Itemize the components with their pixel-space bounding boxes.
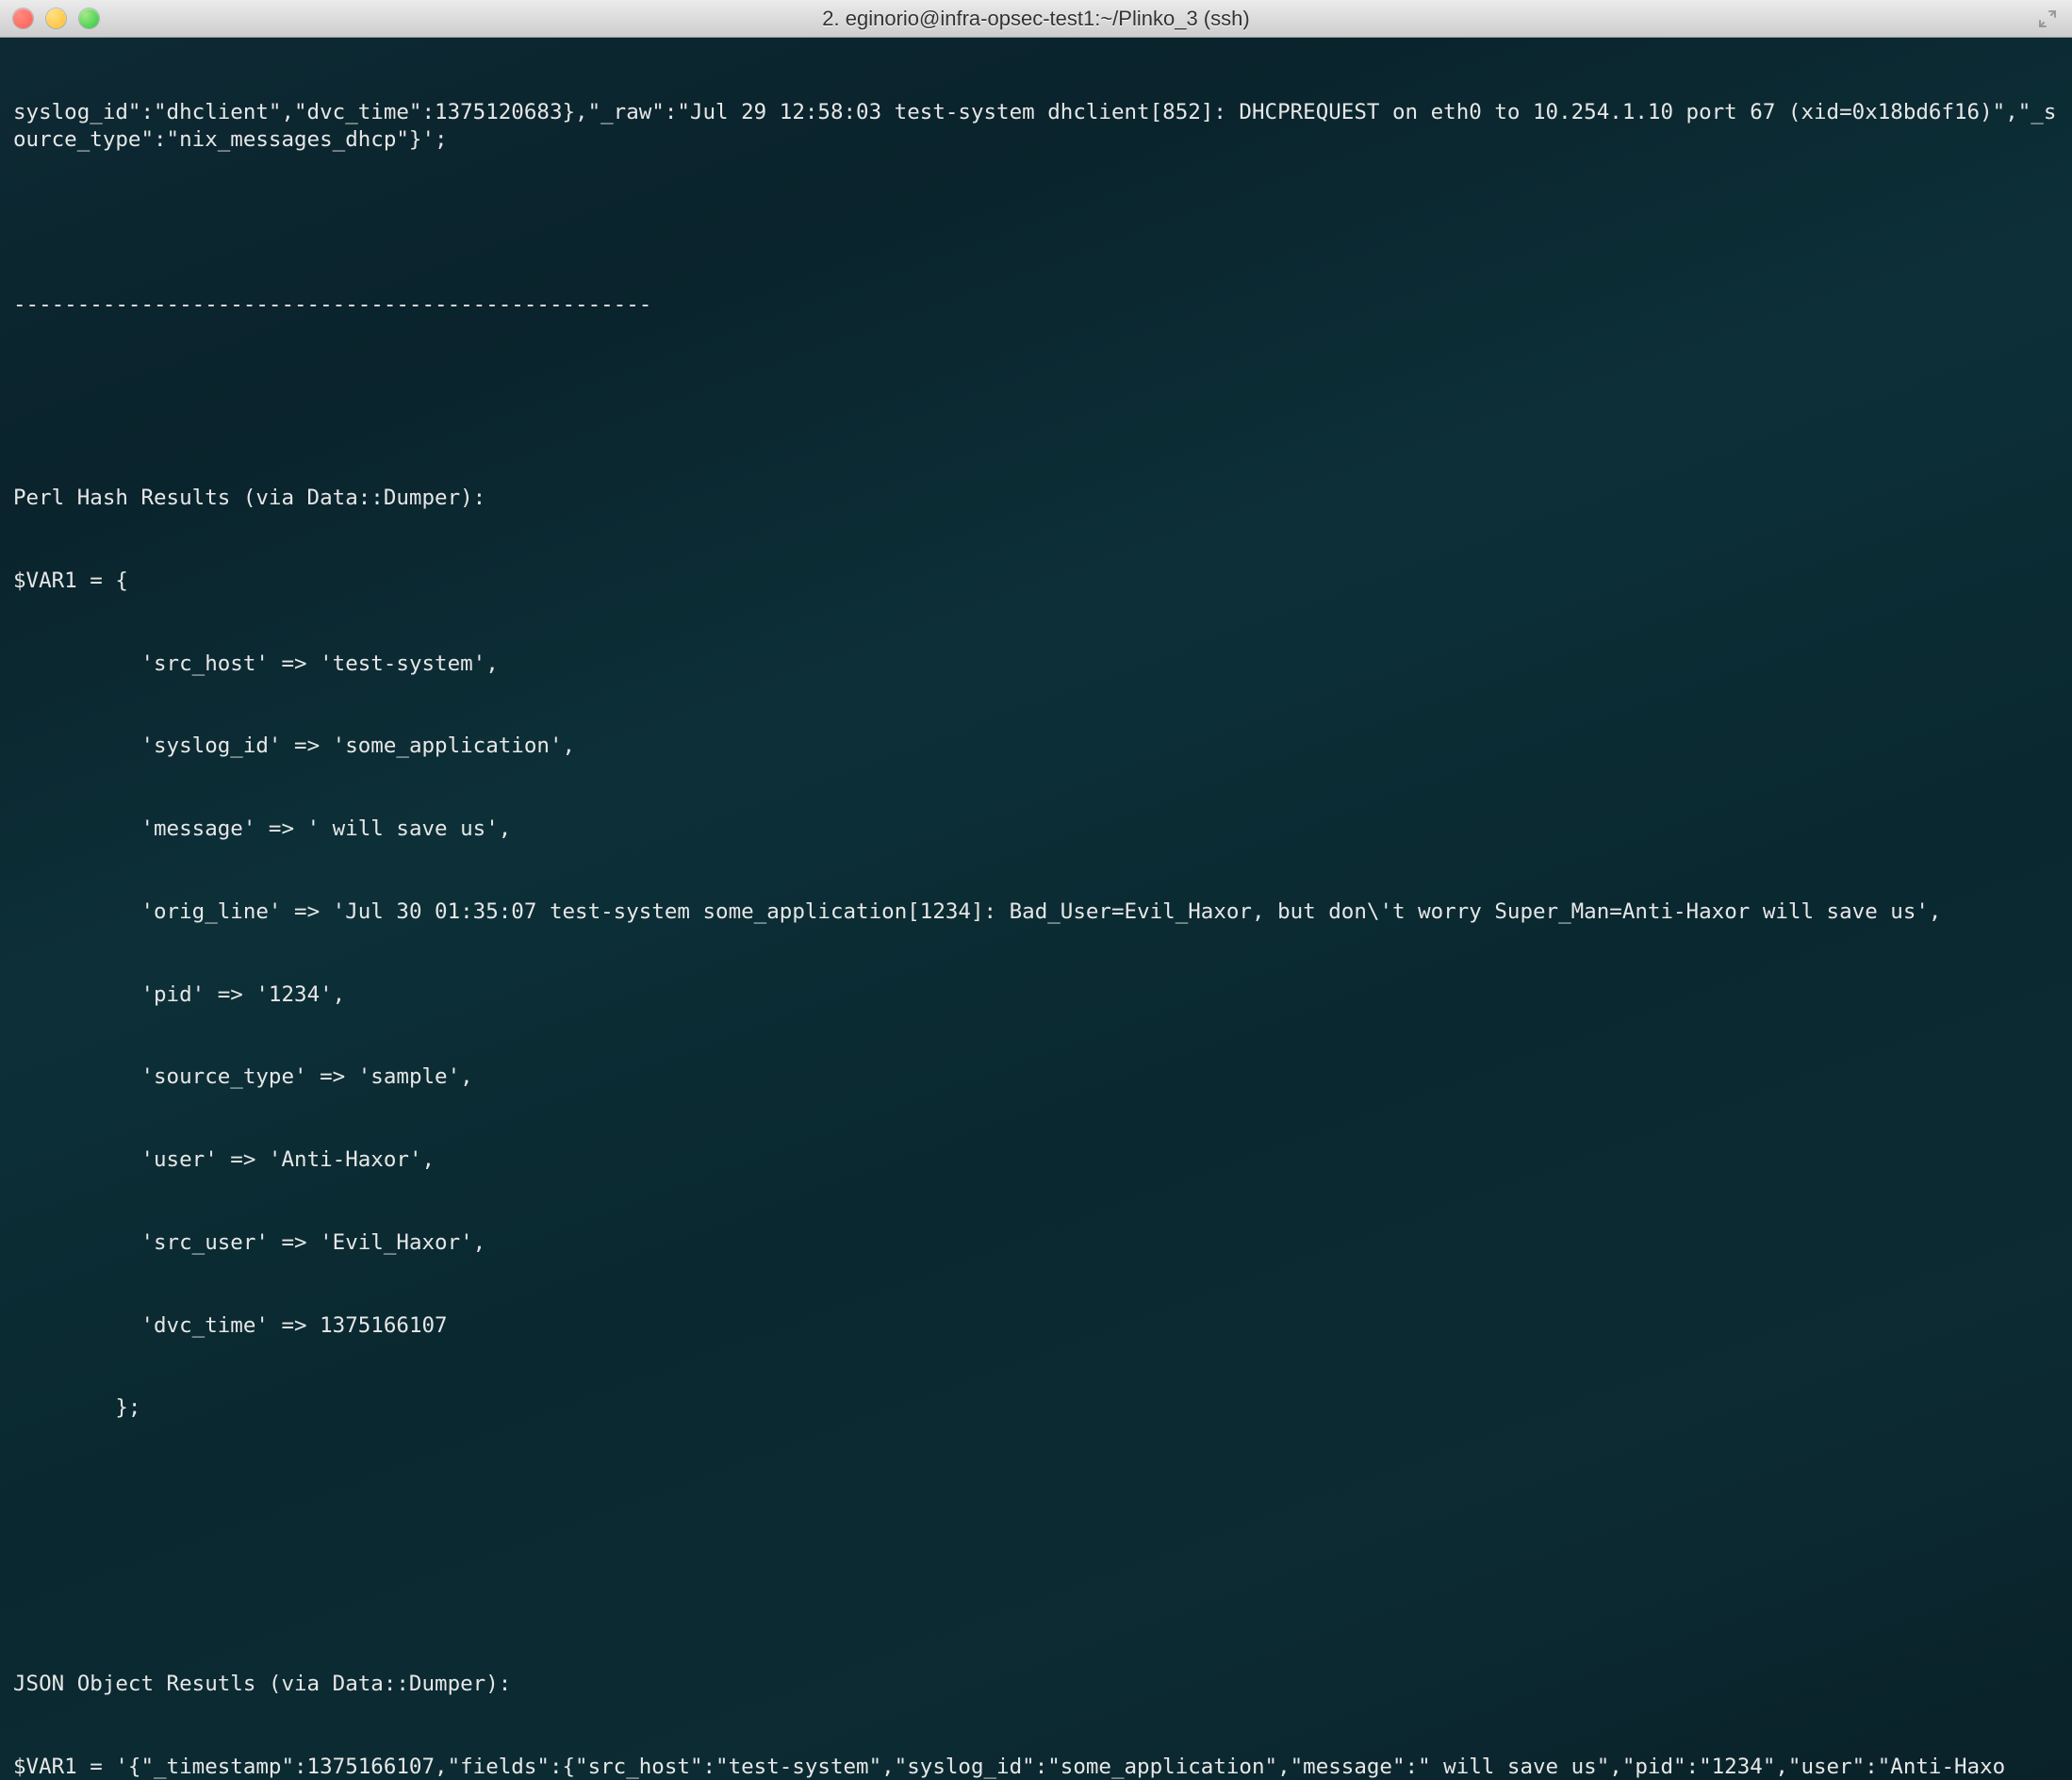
output-line: 'orig_line' => 'Jul 30 01:35:07 test-sys… [13,898,2059,926]
output-line: 'dvc_time' => 1375166107 [13,1312,2059,1340]
output-line: 'pid' => '1234', [13,981,2059,1009]
output-line: $VAR1 = { [13,568,2059,595]
minimize-icon[interactable] [46,8,66,28]
output-line: 'syslog_id' => 'some_application', [13,733,2059,760]
terminal-window: 2. eginorio@infra-opsec-test1:~/Plinko_3… [0,0,2072,1780]
output-line: 'source_type' => 'sample', [13,1063,2059,1091]
output-line: 'user' => 'Anti-Haxor', [13,1146,2059,1174]
output-line: 'src_host' => 'test-system', [13,651,2059,678]
blank-line [13,1477,2059,1505]
output-line: }; [13,1394,2059,1422]
section-header: JSON Object Resutls (via Data::Dumper): [13,1671,2059,1698]
window-controls [13,8,99,28]
blank-line [13,1560,2059,1588]
section-header: Perl Hash Results (via Data::Dumper): [13,485,2059,512]
fullscreen-icon[interactable] [2036,8,2059,30]
window-titlebar: 2. eginorio@infra-opsec-test1:~/Plinko_3… [0,0,2072,38]
output-line: 'src_user' => 'Evil_Haxor', [13,1229,2059,1257]
output-line: 'message' => ' will save us', [13,816,2059,843]
output-line: $VAR1 = '{"_timestamp":1375166107,"field… [13,1754,2059,1780]
blank-line [13,374,2059,402]
window-title: 2. eginorio@infra-opsec-test1:~/Plinko_3… [0,7,2072,31]
zoom-icon[interactable] [79,8,99,28]
close-icon[interactable] [13,8,33,28]
blank-line [13,209,2059,237]
divider-line: ----------------------------------------… [13,291,2059,319]
terminal-output[interactable]: syslog_id":"dhclient","dvc_time":1375120… [0,38,2072,1780]
output-line: syslog_id":"dhclient","dvc_time":1375120… [13,99,2059,155]
